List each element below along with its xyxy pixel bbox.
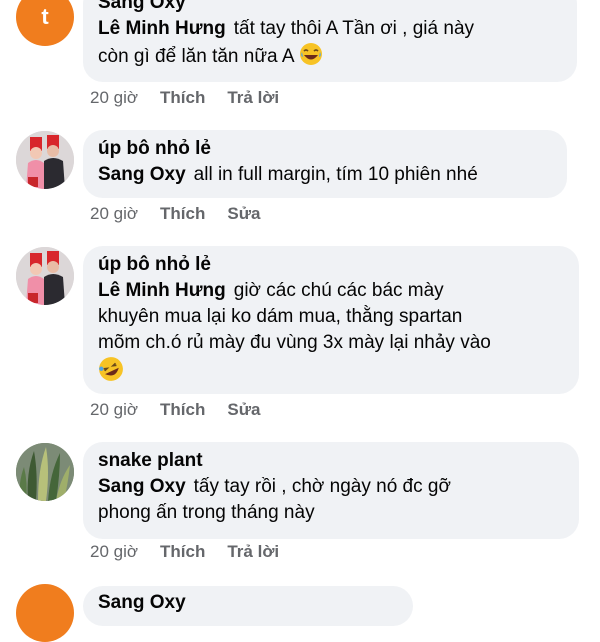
comment-bubble: Sang Oxy	[83, 586, 413, 626]
comment-author[interactable]: Sang Oxy	[98, 0, 561, 16]
avatar-letter: t	[41, 4, 49, 29]
comment-text-line: khuyên mua lại ko dám mua, thằng spartan	[98, 306, 463, 327]
avatar[interactable]	[16, 584, 74, 642]
mention-link[interactable]: Sang Oxy	[98, 476, 186, 497]
comment-author[interactable]: Sang Oxy	[98, 590, 397, 616]
reply-button[interactable]: Trả lời	[227, 88, 279, 107]
rolling-laughing-emoji	[98, 356, 124, 390]
comment-text: Sang Oxy all in full margin, tím 10 phiên…	[98, 162, 551, 188]
reply-button[interactable]: Trả lời	[227, 542, 279, 561]
comment-text-line: tất tay thôi A Tần ơi , giá này	[233, 18, 475, 39]
comment-time[interactable]: 20 giờ	[90, 542, 138, 561]
comment-text-line: all in full margin, tím 10 phiên nhé	[193, 164, 478, 185]
comment-text-line: còn gì để lăn tăn nữa A	[98, 46, 294, 67]
like-button[interactable]: Thích	[160, 400, 205, 419]
comment-actions: 20 giờ Thích Trả lời	[90, 88, 301, 108]
comment-text: Lê Minh Hưng tất tay thôi A Tần ơi , giá …	[98, 16, 561, 74]
mention-link[interactable]: Sang Oxy	[98, 164, 186, 185]
comment-bubble: úp bô nhỏ lẻ Sang Oxy all in full margin,…	[83, 130, 567, 198]
comment-bubble: úp bô nhỏ lẻ Lê Minh Hưng giờ các chú các…	[83, 246, 579, 394]
avatar[interactable]	[16, 443, 74, 501]
avatar[interactable]: t	[16, 0, 74, 46]
comment-time[interactable]: 20 giờ	[90, 400, 138, 419]
comment-actions: 20 giờ Thích Trả lời	[90, 542, 301, 562]
mention-link[interactable]: Lê Minh Hưng	[98, 18, 226, 39]
like-button[interactable]: Thích	[160, 542, 205, 561]
comment-actions: 20 giờ Thích Sửa	[90, 400, 282, 420]
edit-button[interactable]: Sửa	[227, 400, 260, 419]
comment-bubble: Sang Oxy Lê Minh Hưng tất tay thôi A Tần …	[83, 0, 577, 82]
comment-author[interactable]: snake plant	[98, 448, 563, 474]
comment-text: Sang Oxy tấy tay rồi , chờ ngày nó đc gỡ …	[98, 474, 563, 526]
plant-photo-icon	[16, 443, 74, 501]
comment-author[interactable]: úp bô nhỏ lẻ	[98, 252, 563, 278]
comment-author[interactable]: úp bô nhỏ lẻ	[98, 136, 551, 162]
couple-photo-icon	[16, 247, 74, 305]
comment-text-line: tấy tay rồi , chờ ngày nó đc gỡ	[193, 476, 451, 497]
laughing-tears-emoji	[299, 42, 323, 74]
like-button[interactable]: Thích	[160, 204, 205, 223]
like-button[interactable]: Thích	[160, 88, 205, 107]
comment-text-line: mõm ch.ó rủ mày đu vùng 3x mày lại nhảy …	[98, 332, 491, 353]
comment-text-line: phong ấn trong tháng này	[98, 502, 315, 523]
comment-text-line: giờ các chú các bác mày	[233, 280, 444, 301]
couple-photo-icon	[16, 131, 74, 189]
comment-text: Lê Minh Hưng giờ các chú các bác mày khuy…	[98, 278, 563, 390]
edit-button[interactable]: Sửa	[227, 204, 260, 223]
comment-bubble: snake plant Sang Oxy tấy tay rồi , chờ ng…	[83, 442, 579, 539]
avatar[interactable]	[16, 247, 74, 305]
mention-link[interactable]: Lê Minh Hưng	[98, 280, 226, 301]
comment-time[interactable]: 20 giờ	[90, 204, 138, 223]
comment-time[interactable]: 20 giờ	[90, 88, 138, 107]
comment-actions: 20 giờ Thích Sửa	[90, 204, 282, 224]
avatar[interactable]	[16, 131, 74, 189]
